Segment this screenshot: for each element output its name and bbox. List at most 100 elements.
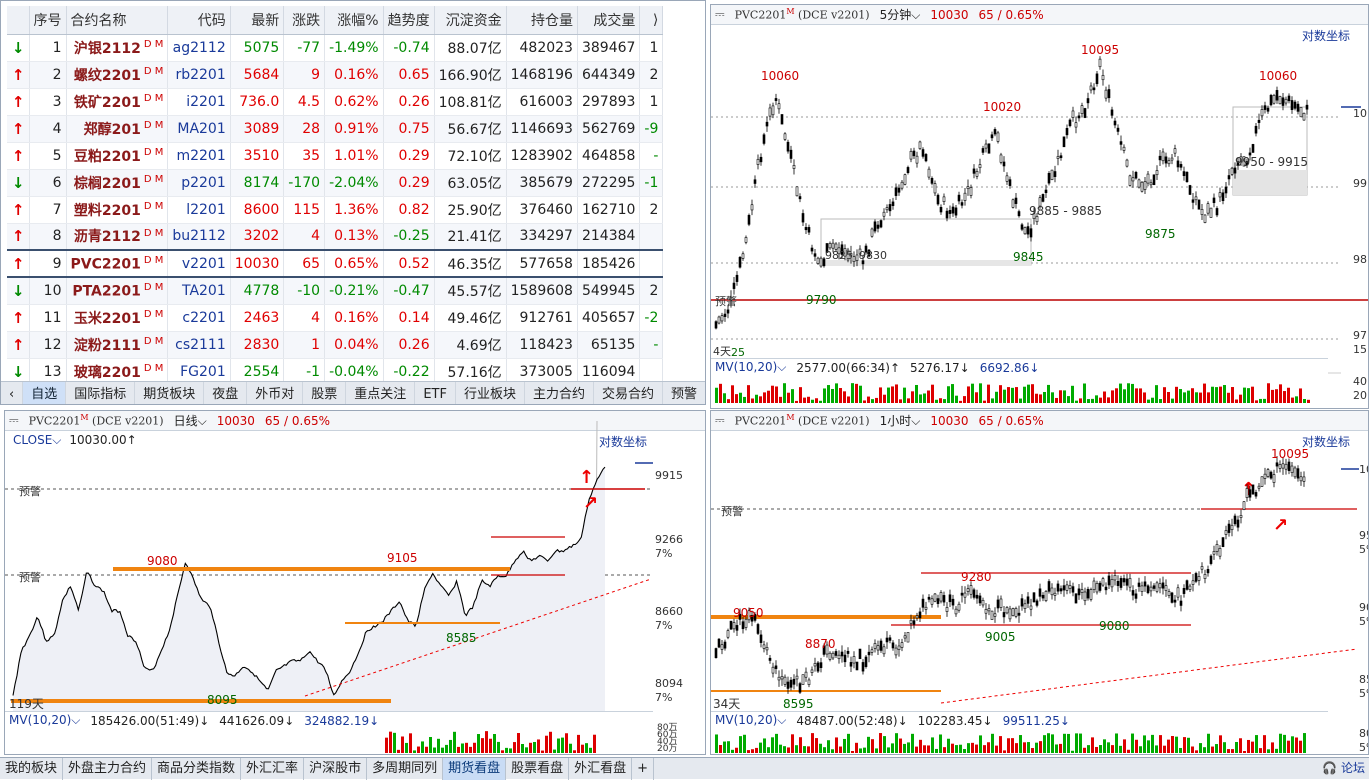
change-percent: -0.21% <box>324 277 384 305</box>
tab-10[interactable]: 交易合约 <box>594 381 663 404</box>
tab-4[interactable]: 外币对 <box>247 381 304 404</box>
tab-7[interactable]: ETF <box>415 381 456 404</box>
candle-body <box>1137 582 1141 587</box>
contract-name[interactable]: 棕榈2201 D M <box>66 169 169 197</box>
row-index: 4 <box>29 115 67 143</box>
bottom-tab-1[interactable]: 外盘主力合约 <box>63 757 153 780</box>
contract-name[interactable]: 淀粉2111 D M <box>66 331 169 359</box>
volume-bar <box>385 737 388 753</box>
bottom-tab-4[interactable]: 沪深股市 <box>304 757 368 780</box>
contract-name[interactable]: PVC2201 D M <box>66 249 169 278</box>
indicator-select[interactable]: MV(10,20)⌵ <box>715 713 786 728</box>
volume-bar <box>1263 398 1266 403</box>
candle-body <box>744 237 748 243</box>
volume: 549945 <box>577 277 641 305</box>
col-header[interactable]: 趋势度 <box>383 6 435 35</box>
chart-5min[interactable]: ⎓ PVC2201M (DCE v2201) 5分钟⌵ 10030 65 / 0… <box>710 4 1369 409</box>
volume-bar <box>831 749 834 753</box>
candle-body <box>1071 110 1075 118</box>
bottom-tab-0[interactable]: 我的板块 <box>0 757 64 780</box>
contract-name[interactable]: 沪银2112 D M <box>66 34 169 62</box>
col-header[interactable]: 涨跌 <box>283 6 326 35</box>
quote-row[interactable]: ↑ 9 PVC2201 D Mv2201 10030 65 0.65% 0.52 46.35亿 5… <box>7 249 664 278</box>
col-header[interactable]: 涨幅% <box>324 6 384 35</box>
indicator-select[interactable]: MV(10,20)⌵ <box>9 713 80 728</box>
candle-body <box>1257 119 1261 123</box>
col-header[interactable]: 合约名称 <box>66 6 169 35</box>
quote-row[interactable]: ↑ 7 塑料2201 D Ml2201 8600 115 1.36% 0.82 25.90亿 37… <box>7 196 664 224</box>
col-header[interactable]: 代码 <box>167 6 231 35</box>
volume-bar <box>1083 747 1086 753</box>
volume-bar <box>963 749 966 753</box>
bottom-tab-3[interactable]: 外汇汇率 <box>241 757 305 780</box>
quote-row[interactable]: ↓ 1 沪银2112 D Mag2112 5075 -77 -1.49% -0.74 88.07… <box>7 34 664 62</box>
bottom-tab-2[interactable]: 商品分类指数 <box>152 757 242 780</box>
bottom-tab-6[interactable]: 期货看盘 <box>443 757 507 780</box>
candle-body <box>906 632 910 643</box>
tab-11[interactable]: 预警 <box>663 382 705 405</box>
tab-3[interactable]: 夜盘 <box>204 381 248 404</box>
volume-bar <box>549 731 552 753</box>
tab-5[interactable]: 股票 <box>303 381 347 404</box>
bottom-tab-7[interactable]: 股票看盘 <box>506 757 570 780</box>
contract-name[interactable]: 玉米2201 D M <box>66 304 169 332</box>
volume-bar <box>449 739 452 753</box>
volume-bar <box>743 396 746 403</box>
contract-name[interactable]: 螺纹2201 D M <box>66 61 169 89</box>
quote-row[interactable]: ↑ 5 豆粕2201 D Mm2201 3510 35 1.01% 0.29 72.10亿 128… <box>7 142 664 170</box>
quote-row[interactable]: ↑ 2 螺纹2201 D Mrb2201 5684 9 0.16% 0.65 166.90亿 14… <box>7 61 664 89</box>
contract-name[interactable]: 铁矿2201 D M <box>66 88 169 116</box>
forum-link[interactable]: 🎧 论坛 <box>1322 759 1365 776</box>
volume-bar <box>727 399 730 403</box>
tab-6[interactable]: 重点关注 <box>346 381 416 404</box>
quote-row[interactable]: ↑ 8 沥青2112 D Mbu2112 3202 4 0.13% -0.25 21.41亿 33… <box>7 223 664 251</box>
change-percent: 1.36% <box>324 196 384 224</box>
quote-row[interactable]: ↑ 4 郑醇201 D M MA201 3089 28 0.91% 0.75 56.67亿 1146… <box>7 115 664 143</box>
indicator-select[interactable]: MV(10,20)⌵ <box>715 360 786 375</box>
col-header[interactable]: 序号 <box>29 6 67 35</box>
candle-body <box>1212 197 1216 204</box>
col-header[interactable]: 成交量 <box>577 6 641 35</box>
bottom-tab-8[interactable]: 外汇看盘 <box>569 757 633 780</box>
quote-row[interactable]: ↑ 11 玉米2201 D Mc2201 2463 4 0.16% 0.14 49.46亿 912… <box>7 304 664 332</box>
contract-name[interactable]: 塑料2201 D M <box>66 196 169 224</box>
tab-2[interactable]: 期货板块 <box>135 381 205 404</box>
tab-scroll-left-icon[interactable]: ‹ <box>1 381 24 404</box>
candle-body <box>936 194 940 205</box>
more-columns-icon[interactable]: ⟩ <box>639 6 664 35</box>
volume-bar <box>1051 392 1054 403</box>
up-arrow-icon: ↑ <box>7 61 30 89</box>
candle-body <box>741 253 745 259</box>
volume-bar <box>1303 733 1306 753</box>
volume-bar <box>1003 389 1006 403</box>
tab-1[interactable]: 国际指标 <box>66 381 136 404</box>
extra-column <box>639 223 664 251</box>
quote-row[interactable]: ↓ 6 棕榈2201 D Mp2201 8174 -170 -2.04% 0.29 63.05亿… <box>7 169 664 197</box>
tab-8[interactable]: 行业板块 <box>456 381 525 404</box>
col-header[interactable]: 沉淀资金 <box>434 6 507 35</box>
contract-name[interactable]: PTA2201 D M <box>66 277 169 305</box>
col-header[interactable]: 最新 <box>230 6 285 35</box>
volume-bar <box>807 746 810 753</box>
chart-daily[interactable]: ⎓ PVC2201M (DCE v2201) 日线⌵ 10030 65 / 0.… <box>4 410 706 755</box>
quote-row[interactable]: ↑ 12 淀粉2111 D Mcs2111 2830 1 0.04% 0.26 4.69亿 118… <box>7 331 664 359</box>
chart-1hour[interactable]: ⎓ PVC2201M (DCE v2201) 1小时⌵ 10030 65 / 0… <box>710 410 1369 755</box>
contract-name[interactable]: 豆粕2201 D M <box>66 142 169 170</box>
candle-body <box>765 121 769 127</box>
contract-name[interactable]: 郑醇201 D M <box>66 115 169 143</box>
candle-body <box>909 619 913 624</box>
bottom-tab-5[interactable]: 多周期同列 <box>367 757 444 780</box>
change: 1 <box>283 331 326 359</box>
contract-name[interactable]: 沥青2112 D M <box>66 223 169 251</box>
quote-row[interactable]: ↑ 3 铁矿2201 D Mi2201 736.0 4.5 0.62% 0.26 108.81亿… <box>7 88 664 116</box>
candle-body <box>921 149 925 157</box>
tab-9[interactable]: 主力合约 <box>525 381 594 404</box>
bottom-tab-9[interactable]: + <box>632 757 655 780</box>
tab-0[interactable]: 自选 <box>23 381 67 404</box>
col-header[interactable]: 持仓量 <box>506 6 578 35</box>
price-axis-tick: 5% <box>1359 615 1368 628</box>
volume-bar <box>779 396 782 403</box>
volume-bar <box>1239 394 1242 403</box>
quote-row[interactable]: ↓ 10 PTA2201 D M TA201 4778 -10 -0.21% -0.47 45.5… <box>7 277 664 305</box>
candle-body <box>1254 125 1258 134</box>
